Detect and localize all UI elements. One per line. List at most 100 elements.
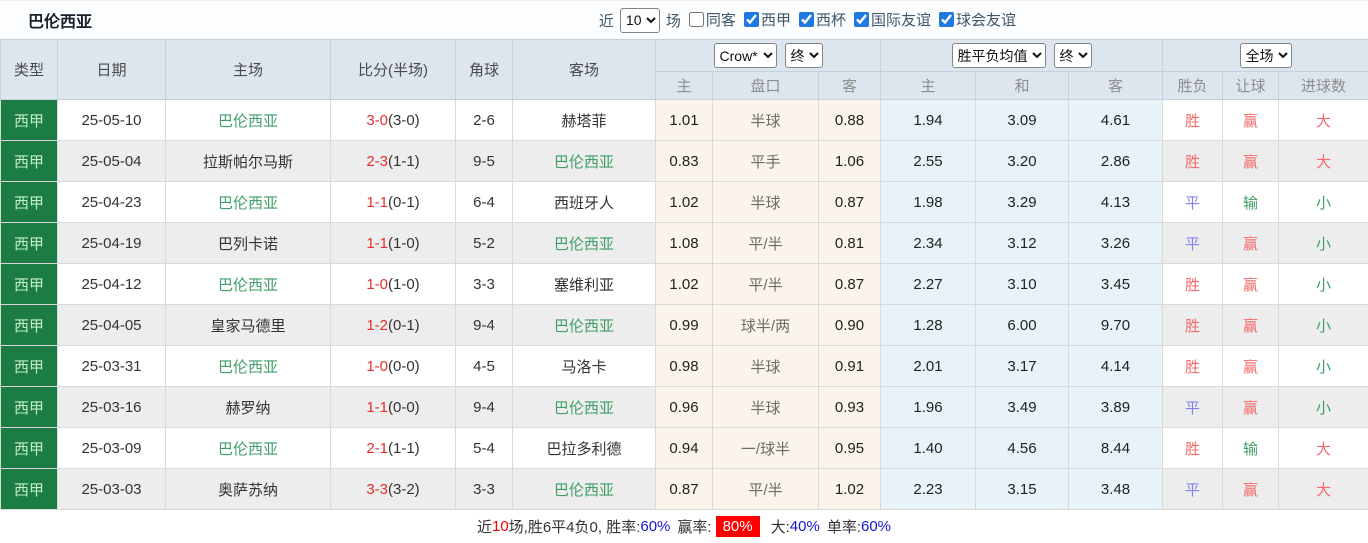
handicap-cell: 半球 <box>713 346 819 387</box>
mean-home-cell: 1.94 <box>881 100 976 141</box>
league-badge: 西甲 <box>1 141 58 182</box>
mean-type-select[interactable]: 胜平负均值 <box>952 43 1046 68</box>
matches-label: 场 <box>666 10 681 31</box>
corners-cell: 4-5 <box>456 346 513 387</box>
mean-home-cell: 2.55 <box>881 141 976 182</box>
odds-away-cell: 0.87 <box>819 264 881 305</box>
away-team-cell: 巴伦西亚 <box>513 469 656 510</box>
table-row: 西甲25-04-12巴伦西亚1-0(1-0)3-3塞维利亚1.02平/半0.87… <box>1 264 1368 305</box>
match-stats-panel: 巴伦西亚 近 10 场 同客西甲西杯国际友谊球会友谊 类型 日期 主场 比分(半… <box>0 0 1368 540</box>
filter-checkbox[interactable] <box>744 12 759 27</box>
mean-draw-cell: 3.09 <box>976 100 1069 141</box>
odds-home-cell: 0.83 <box>656 141 713 182</box>
mean-odds-group-header: 胜平负均值 终 <box>881 40 1163 72</box>
table-row: 西甲25-03-03奥萨苏纳3-3(3-2)3-3巴伦西亚0.87平/半1.02… <box>1 469 1368 510</box>
outcome-cell: 平 <box>1163 469 1223 510</box>
score-cell: 3-3(3-2) <box>331 469 456 510</box>
league-badge: 西甲 <box>1 469 58 510</box>
odds-away-cell: 0.90 <box>819 305 881 346</box>
half-score: (1-0) <box>388 235 420 252</box>
mean-away-cell: 3.45 <box>1069 264 1163 305</box>
filter-label: 同客 <box>706 9 736 30</box>
asian-odds-group-header: Crow* 终 <box>656 40 881 72</box>
mean-away-cell: 9.70 <box>1069 305 1163 346</box>
date-cell: 25-04-12 <box>58 264 166 305</box>
mean-time-select[interactable]: 终 <box>1054 43 1092 68</box>
filter-item: 球会友谊 <box>939 9 1016 30</box>
handicap-cell: 平/半 <box>713 223 819 264</box>
final-score: 1-0 <box>366 358 388 375</box>
away-team-cell: 马洛卡 <box>513 346 656 387</box>
filter-checkbox[interactable] <box>854 12 869 27</box>
away-team-cell: 赫塔菲 <box>513 100 656 141</box>
odds-home-cell: 1.02 <box>656 182 713 223</box>
half-score: (1-1) <box>388 153 420 170</box>
date-cell: 25-03-09 <box>58 428 166 469</box>
home-team-cell: 巴列卡诺 <box>166 223 331 264</box>
handicap-cell: 半球 <box>713 387 819 428</box>
bookmaker-select[interactable]: Crow* <box>714 43 777 68</box>
corners-cell: 9-4 <box>456 387 513 428</box>
mean-away-cell: 2.86 <box>1069 141 1163 182</box>
corners-cell: 3-3 <box>456 264 513 305</box>
final-score: 1-1 <box>366 399 388 416</box>
date-cell: 25-04-05 <box>58 305 166 346</box>
score-cell: 1-1(0-0) <box>331 387 456 428</box>
mean-draw-cell: 3.12 <box>976 223 1069 264</box>
final-score: 2-1 <box>366 440 388 457</box>
odds-home-cell: 1.08 <box>656 223 713 264</box>
filter-checkbox[interactable] <box>939 12 954 27</box>
corners-cell: 5-2 <box>456 223 513 264</box>
scope-select[interactable]: 全场 <box>1240 43 1292 68</box>
subcol-goals: 进球数 <box>1279 72 1368 100</box>
footer-win-rate: 60% <box>640 518 670 535</box>
table-body: 西甲25-05-10巴伦西亚3-0(3-0)2-6赫塔菲1.01半球0.881.… <box>1 100 1368 510</box>
outcome-cell: 胜 <box>1163 305 1223 346</box>
filter-checkbox[interactable] <box>799 12 814 27</box>
home-team-cell: 巴伦西亚 <box>166 264 331 305</box>
mean-draw-cell: 3.29 <box>976 182 1069 223</box>
home-team-cell: 拉斯帕尔马斯 <box>166 141 331 182</box>
col-header-date: 日期 <box>58 40 166 100</box>
home-team-cell: 巴伦西亚 <box>166 182 331 223</box>
table-row: 西甲25-05-04拉斯帕尔马斯2-3(1-1)9-5巴伦西亚0.83平手1.0… <box>1 141 1368 182</box>
recent-count-select[interactable]: 10 <box>620 8 660 33</box>
let-result-cell: 赢 <box>1223 305 1279 346</box>
goals-cell: 小 <box>1279 264 1368 305</box>
result-group-header: 全场 <box>1163 40 1368 72</box>
mean-draw-cell: 3.49 <box>976 387 1069 428</box>
mean-away-cell: 3.89 <box>1069 387 1163 428</box>
half-score: (3-2) <box>388 481 420 498</box>
footer-count: 10 <box>492 518 509 535</box>
odds-time-select[interactable]: 终 <box>785 43 823 68</box>
handicap-cell: 平/半 <box>713 469 819 510</box>
league-badge: 西甲 <box>1 428 58 469</box>
footer-single-label: 单率: <box>827 516 861 537</box>
filter-item: 西甲 <box>744 9 791 30</box>
half-score: (0-1) <box>388 317 420 334</box>
mean-home-cell: 2.23 <box>881 469 976 510</box>
league-badge: 西甲 <box>1 387 58 428</box>
mean-away-cell: 4.13 <box>1069 182 1163 223</box>
league-badge: 西甲 <box>1 100 58 141</box>
corners-cell: 5-4 <box>456 428 513 469</box>
let-result-cell: 赢 <box>1223 346 1279 387</box>
filter-label: 西甲 <box>761 9 791 30</box>
goals-cell: 大 <box>1279 469 1368 510</box>
score-cell: 1-0(0-0) <box>331 346 456 387</box>
mean-home-cell: 1.98 <box>881 182 976 223</box>
handicap-cell: 一/球半 <box>713 428 819 469</box>
league-badge: 西甲 <box>1 346 58 387</box>
goals-cell: 小 <box>1279 346 1368 387</box>
subcol-odds-away: 客 <box>819 72 881 100</box>
mean-home-cell: 2.01 <box>881 346 976 387</box>
handicap-cell: 平/半 <box>713 264 819 305</box>
handicap-cell: 半球 <box>713 182 819 223</box>
filter-checkbox[interactable] <box>689 12 704 27</box>
mean-draw-cell: 4.56 <box>976 428 1069 469</box>
filter-label: 球会友谊 <box>956 9 1016 30</box>
table-row: 西甲25-04-05皇家马德里1-2(0-1)9-4巴伦西亚0.99球半/两0.… <box>1 305 1368 346</box>
final-score: 3-0 <box>366 112 388 129</box>
subcol-odds-home: 主 <box>656 72 713 100</box>
goals-cell: 小 <box>1279 305 1368 346</box>
